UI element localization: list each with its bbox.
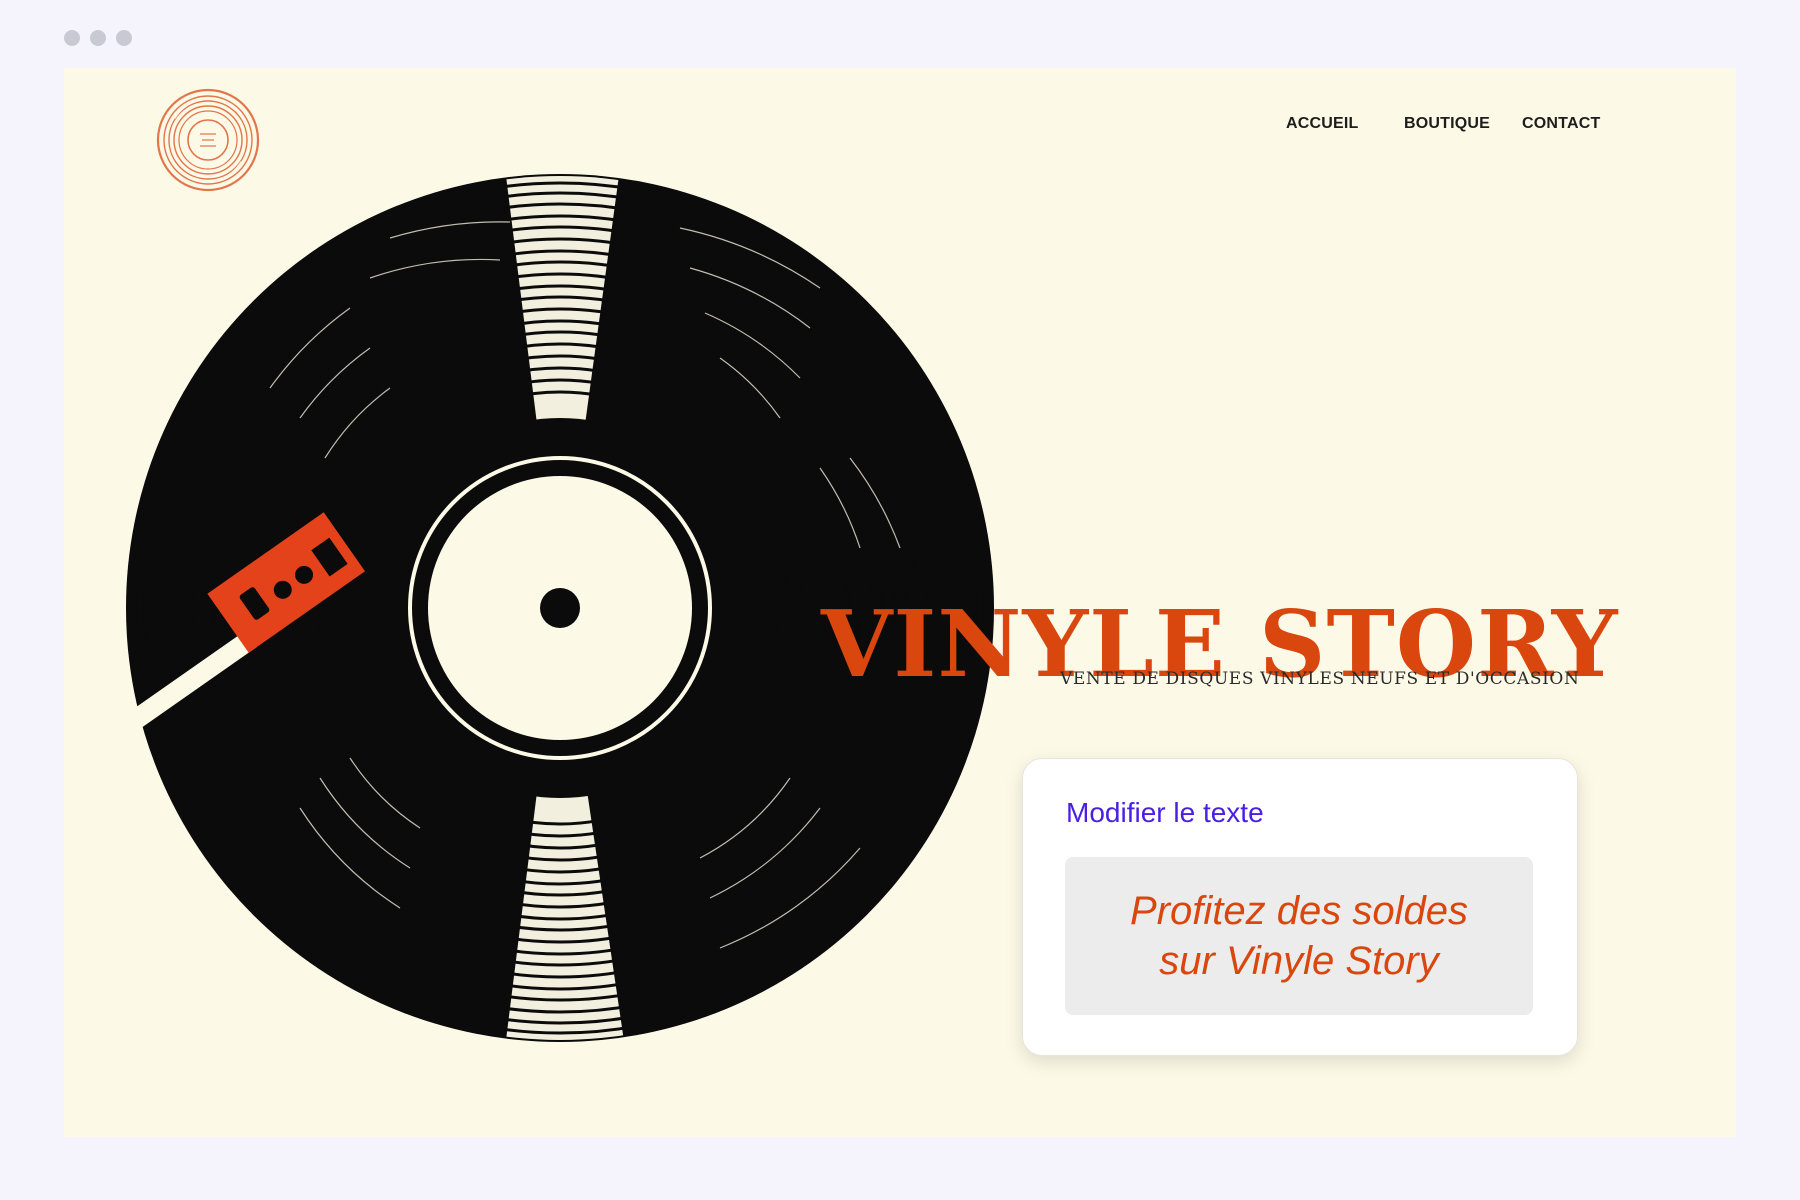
window-controls [64,30,132,46]
window-dot-1[interactable] [64,30,80,46]
text-editor-panel: Modifier le texte Profitez des soldes su… [1022,758,1578,1056]
text-editor-value[interactable]: Profitez des soldes sur Vinyle Story [1130,886,1468,986]
main-navigation: ACCUEIL BOUTIQUE CONTACT [64,115,1736,135]
hero-tagline: VENTE DE DISQUES VINYLES NEUFS ET D'OCCA… [1060,669,1580,689]
nav-link-accueil[interactable]: ACCUEIL [1286,115,1359,133]
text-editor-title: Modifier le texte [1066,797,1264,828]
nav-link-boutique[interactable]: BOUTIQUE [1404,115,1490,133]
nav-link-contact[interactable]: CONTACT [1522,115,1600,133]
window-dot-2[interactable] [90,30,106,46]
website-preview: ACCUEIL BOUTIQUE CONTACT VINYLE STORY VE… [64,68,1736,1137]
text-editor-field[interactable]: Profitez des soldes sur Vinyle Story [1065,857,1533,1015]
window-dot-3[interactable] [116,30,132,46]
